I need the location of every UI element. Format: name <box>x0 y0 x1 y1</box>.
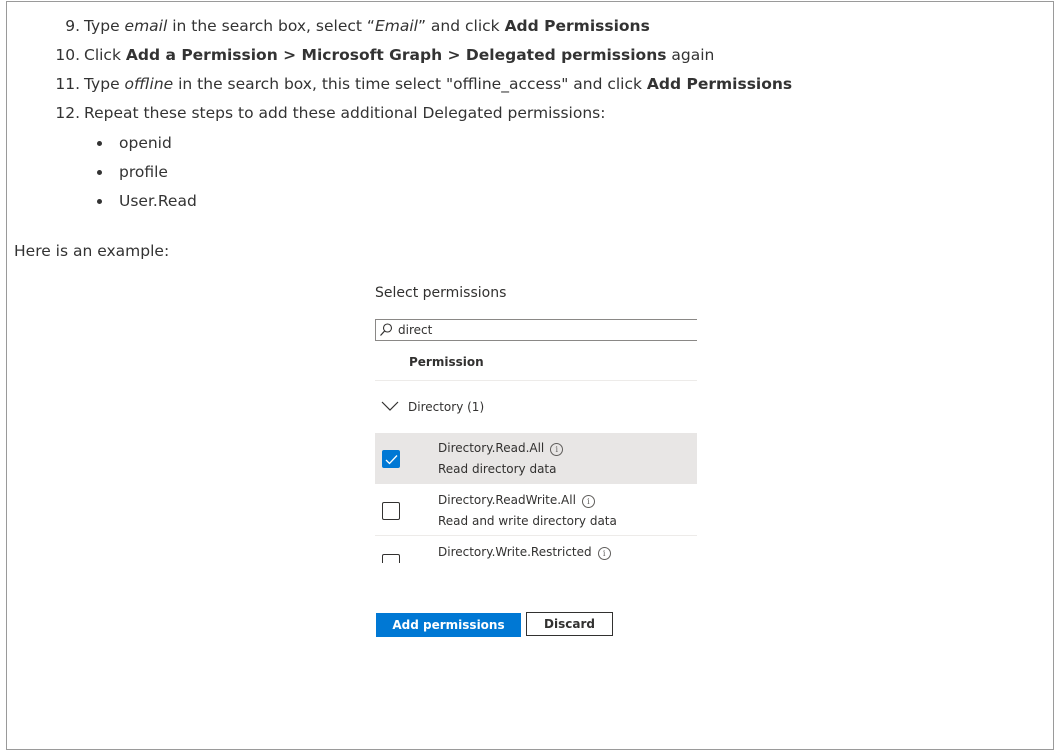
group-label: Directory (1) <box>408 400 485 414</box>
info-icon[interactable]: i <box>597 547 611 560</box>
bullet-item: profile <box>0 158 197 187</box>
instruction-steps: 9. Type email in the search box, select “… <box>0 12 1040 128</box>
example-intro: Here is an example: <box>14 242 170 260</box>
header-divider <box>375 380 697 381</box>
step-number: 12. <box>55 104 80 122</box>
permission-checkbox[interactable] <box>382 554 400 563</box>
permission-description: Read directory data <box>438 462 557 476</box>
step-number: 10. <box>55 46 80 64</box>
permission-row-directory-write-restricted[interactable]: Directory.Write.Restricted i <box>375 537 697 563</box>
permission-description: Read and write directory data <box>438 514 617 528</box>
step-item: 10. Click Add a Permission > Microsoft Gr… <box>0 41 1040 70</box>
step-plain-text: in the search box, this time select "off… <box>173 75 647 93</box>
bullet-text: User.Read <box>119 192 197 210</box>
step-plain-text: Type <box>84 17 125 35</box>
permission-name: Directory.ReadWrite.All i <box>438 493 595 508</box>
bullet-item: User.Read <box>0 187 197 216</box>
step-bold-text: Add a Permission > Microsoft Graph > Del… <box>125 46 667 64</box>
permission-checkbox[interactable] <box>382 450 400 468</box>
step-plain-text: Click <box>84 46 126 64</box>
permission-name: Directory.Write.Restricted i <box>438 545 611 560</box>
step-item: 11. Type offline in the search box, this … <box>0 70 1040 99</box>
bullet-text: profile <box>119 163 168 181</box>
step-text: Type email in the search box, select “Em… <box>84 17 650 35</box>
row-divider <box>375 535 697 536</box>
step-text: Click Add a Permission > Microsoft Graph… <box>84 46 714 64</box>
select-permissions-title: Select permissions <box>375 285 507 301</box>
add-permissions-button[interactable]: Add permissions <box>376 613 521 637</box>
step-plain-text: ” and click <box>417 17 505 35</box>
step-italic-text: offline <box>124 75 174 93</box>
permission-row-directory-read-all[interactable]: Directory.Read.All i Read directory data <box>375 433 697 484</box>
step-number: 11. <box>55 75 80 93</box>
step-plain-text: Type <box>84 75 125 93</box>
bullet-dot-icon <box>97 170 102 175</box>
example-screenshot: Select permissions direct Permission Dir… <box>360 277 700 647</box>
search-value: direct <box>398 323 433 337</box>
step-number: 9. <box>65 17 80 35</box>
permission-checkbox[interactable] <box>382 502 400 520</box>
step-item: 12. Repeat these steps to add these addit… <box>0 99 1040 128</box>
bullet-item: openid <box>0 129 197 158</box>
permission-row-directory-readwrite-all[interactable]: Directory.ReadWrite.All i Read and write … <box>375 485 697 536</box>
bullet-dot-icon <box>97 141 102 146</box>
search-input[interactable]: direct <box>375 319 697 341</box>
step-text: Repeat these steps to add these addition… <box>84 104 605 122</box>
bullet-dot-icon <box>97 199 102 204</box>
step-text: Type offline in the search box, this tim… <box>84 75 792 93</box>
step-italic-text: email <box>124 17 168 35</box>
step-bold-text: Add Permissions <box>646 75 793 93</box>
checkmark-icon <box>385 455 398 465</box>
step-italic-text: Email <box>374 17 418 35</box>
search-icon <box>380 323 393 336</box>
chevron-down-icon <box>381 401 399 411</box>
permission-column-header: Permission <box>409 355 484 369</box>
step-plain-text: again <box>666 46 715 64</box>
permission-bullet-list: openid profile User.Read <box>0 129 197 216</box>
permission-name: Directory.Read.All i <box>438 441 564 456</box>
step-item: 9. Type email in the search box, select “… <box>0 12 1040 41</box>
bullet-text: openid <box>119 134 172 152</box>
info-icon[interactable]: i <box>550 443 564 456</box>
discard-button[interactable]: Discard <box>526 612 613 636</box>
step-plain-text: in the search box, select “ <box>167 17 375 35</box>
step-plain-text: Repeat these steps to add these addition… <box>84 104 606 122</box>
step-bold-text: Add Permissions <box>504 17 650 35</box>
info-icon[interactable]: i <box>581 495 595 508</box>
